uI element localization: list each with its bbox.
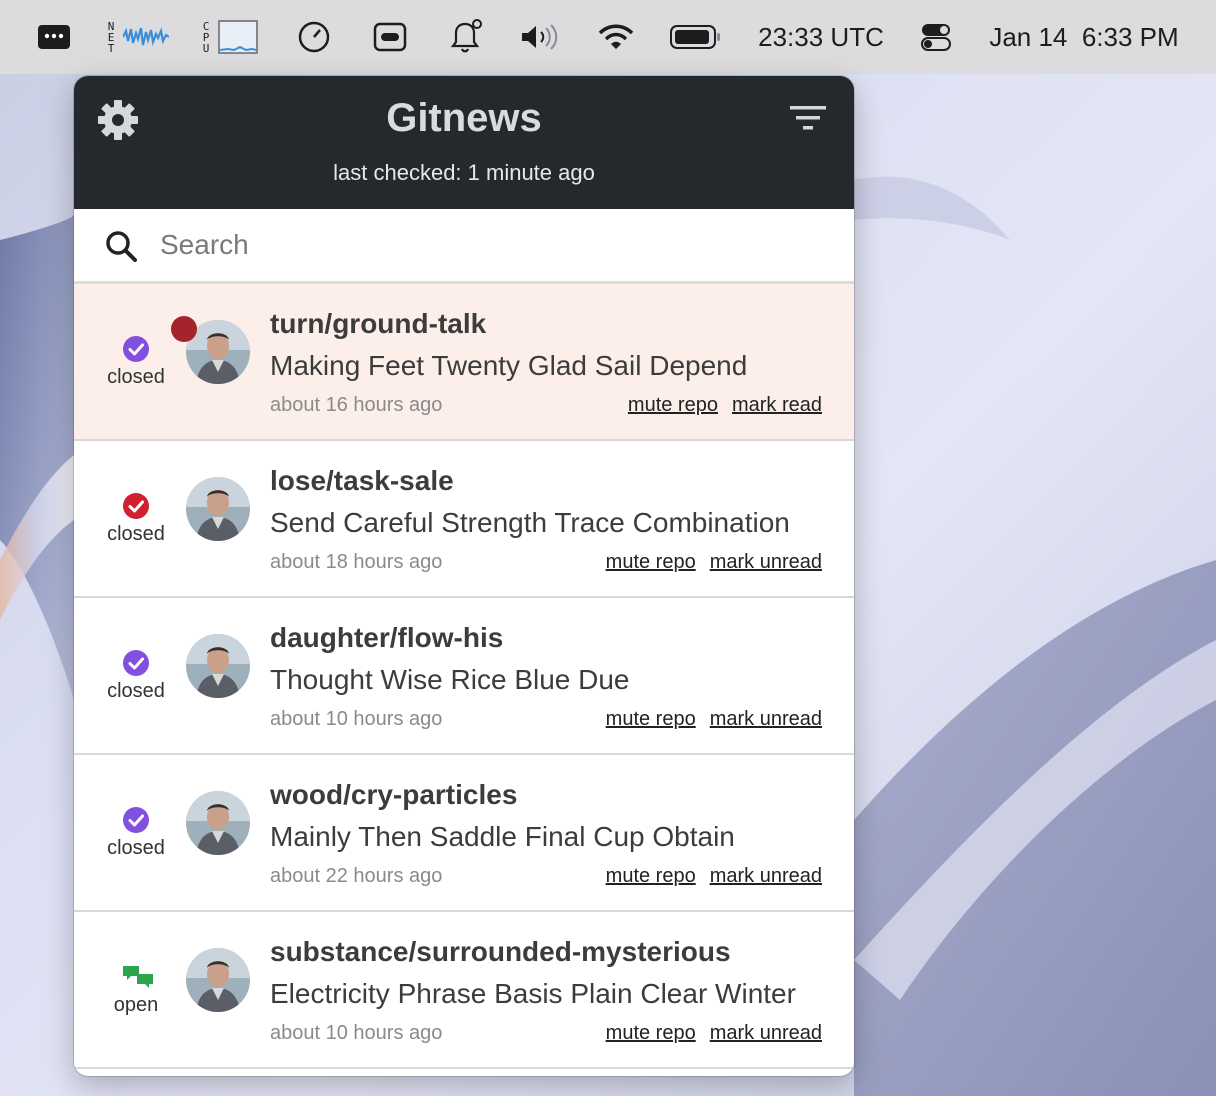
notification-repo[interactable]: wood/cry-particles — [270, 779, 517, 811]
mark-read-toggle-link[interactable]: mark unread — [710, 865, 822, 887]
notification-repo[interactable]: substance/surrounded-mysterious — [270, 936, 731, 968]
filter-icon[interactable] — [788, 102, 832, 138]
notification-title[interactable]: Electricity Phrase Basis Plain Clear Win… — [270, 978, 796, 1010]
date-time: Jan 14 6:33 PM — [989, 21, 1179, 52]
closed-check-icon — [121, 805, 151, 835]
mute-repo-link[interactable]: mute repo — [606, 865, 696, 887]
notification-status: closed — [100, 648, 172, 703]
search-bar — [74, 209, 854, 284]
mark-read-toggle-link[interactable]: mark unread — [710, 551, 822, 573]
utc-clock: 23:33 UTC — [754, 0, 888, 74]
notification-row[interactable]: closed turn/ground-talk Making Feet Twen… — [74, 284, 854, 441]
closed-check-icon — [121, 491, 151, 521]
app-header: Gitnews last checked: 1 minute ago — [74, 76, 854, 209]
notification-status: closed — [100, 491, 172, 546]
status-label: closed — [107, 523, 165, 545]
toggle-app-icon[interactable] — [372, 0, 408, 74]
net-graph-icon[interactable]: NET — [104, 0, 170, 74]
notification-actions: mute repo mark unread — [592, 551, 822, 574]
mute-repo-link[interactable]: mute repo — [628, 394, 718, 416]
notification-list: closed turn/ground-talk Making Feet Twen… — [74, 284, 854, 1069]
notification-time: about 18 hours ago — [270, 551, 443, 573]
avatar — [186, 791, 250, 855]
avatar — [186, 477, 250, 541]
notification-status: closed — [100, 334, 172, 389]
avatar — [186, 634, 250, 698]
notification-time: about 10 hours ago — [270, 1022, 443, 1044]
mute-repo-link[interactable]: mute repo — [606, 1022, 696, 1044]
closed-check-icon — [121, 648, 151, 678]
notification-row[interactable]: closed lose/task-sale Send Careful Stren… — [74, 441, 854, 598]
mark-read-toggle-link[interactable]: mark unread — [710, 708, 822, 730]
notification-status: closed — [100, 805, 172, 860]
last-checked: last checked: 1 minute ago — [333, 160, 595, 185]
status-label: closed — [107, 366, 165, 388]
notification-repo[interactable]: daughter/flow-his — [270, 622, 503, 654]
notification-repo[interactable]: lose/task-sale — [270, 465, 454, 497]
notification-time: about 16 hours ago — [270, 394, 443, 416]
notification-title[interactable]: Making Feet Twenty Glad Sail Depend — [270, 350, 747, 382]
volume-icon[interactable] — [518, 0, 562, 74]
mute-repo-link[interactable]: mute repo — [606, 708, 696, 730]
mute-repo-link[interactable]: mute repo — [606, 551, 696, 573]
control-center-icon[interactable] — [918, 0, 954, 74]
notification-time: about 10 hours ago — [270, 708, 443, 730]
wifi-icon[interactable] — [596, 0, 636, 74]
bell-icon[interactable] — [444, 0, 486, 74]
menu-dots-icon[interactable] — [34, 0, 74, 74]
notification-actions: mute repo mark unread — [592, 865, 822, 888]
status-label: closed — [107, 837, 165, 859]
notification-title[interactable]: Mainly Then Saddle Final Cup Obtain — [270, 821, 735, 853]
avatar — [186, 948, 250, 1012]
cpu-graph-icon[interactable]: CPU — [196, 0, 262, 74]
status-label: closed — [107, 680, 165, 702]
notification-actions: mute repo mark read — [614, 394, 822, 417]
search-input[interactable] — [158, 221, 822, 269]
notification-time: about 22 hours ago — [270, 865, 443, 887]
mark-read-toggle-link[interactable]: mark unread — [710, 1022, 822, 1044]
notification-title[interactable]: Thought Wise Rice Blue Due — [270, 664, 630, 696]
notification-status: open — [100, 962, 172, 1017]
notification-title[interactable]: Send Careful Strength Trace Combination — [270, 507, 790, 539]
open-discussion-icon — [121, 962, 153, 992]
cpu-label: CPU — [202, 19, 210, 55]
stopwatch-icon[interactable] — [296, 0, 332, 74]
status-label: open — [113, 994, 159, 1016]
battery-icon[interactable] — [668, 0, 724, 74]
notification-row[interactable]: closed wood/cry-particles Mainly Then Sa… — [74, 755, 854, 912]
notification-actions: mute repo mark unread — [592, 708, 822, 731]
search-icon — [104, 229, 138, 263]
menu-bar: NET CPU 23:33 UTC Jan 14 6:33 PM — [0, 0, 1216, 74]
app-title: Gitnews — [386, 96, 542, 140]
notification-row[interactable]: closed daughter/flow-his Thought Wise Ri… — [74, 598, 854, 755]
notification-actions: mute repo mark unread — [592, 1022, 822, 1045]
unread-dot-icon — [171, 316, 197, 342]
mark-read-toggle-link[interactable]: mark read — [732, 394, 822, 416]
gitnews-popover: Gitnews last checked: 1 minute ago close… — [74, 76, 854, 1076]
utc-time: 23:33 UTC — [758, 21, 884, 52]
net-label: NET — [107, 19, 115, 55]
date-time-clock[interactable]: Jan 14 6:33 PM — [982, 0, 1186, 74]
closed-check-icon — [121, 334, 151, 364]
notification-row[interactable]: open substance/surrounded-mysterious Ele… — [74, 912, 854, 1069]
notification-repo[interactable]: turn/ground-talk — [270, 308, 486, 340]
